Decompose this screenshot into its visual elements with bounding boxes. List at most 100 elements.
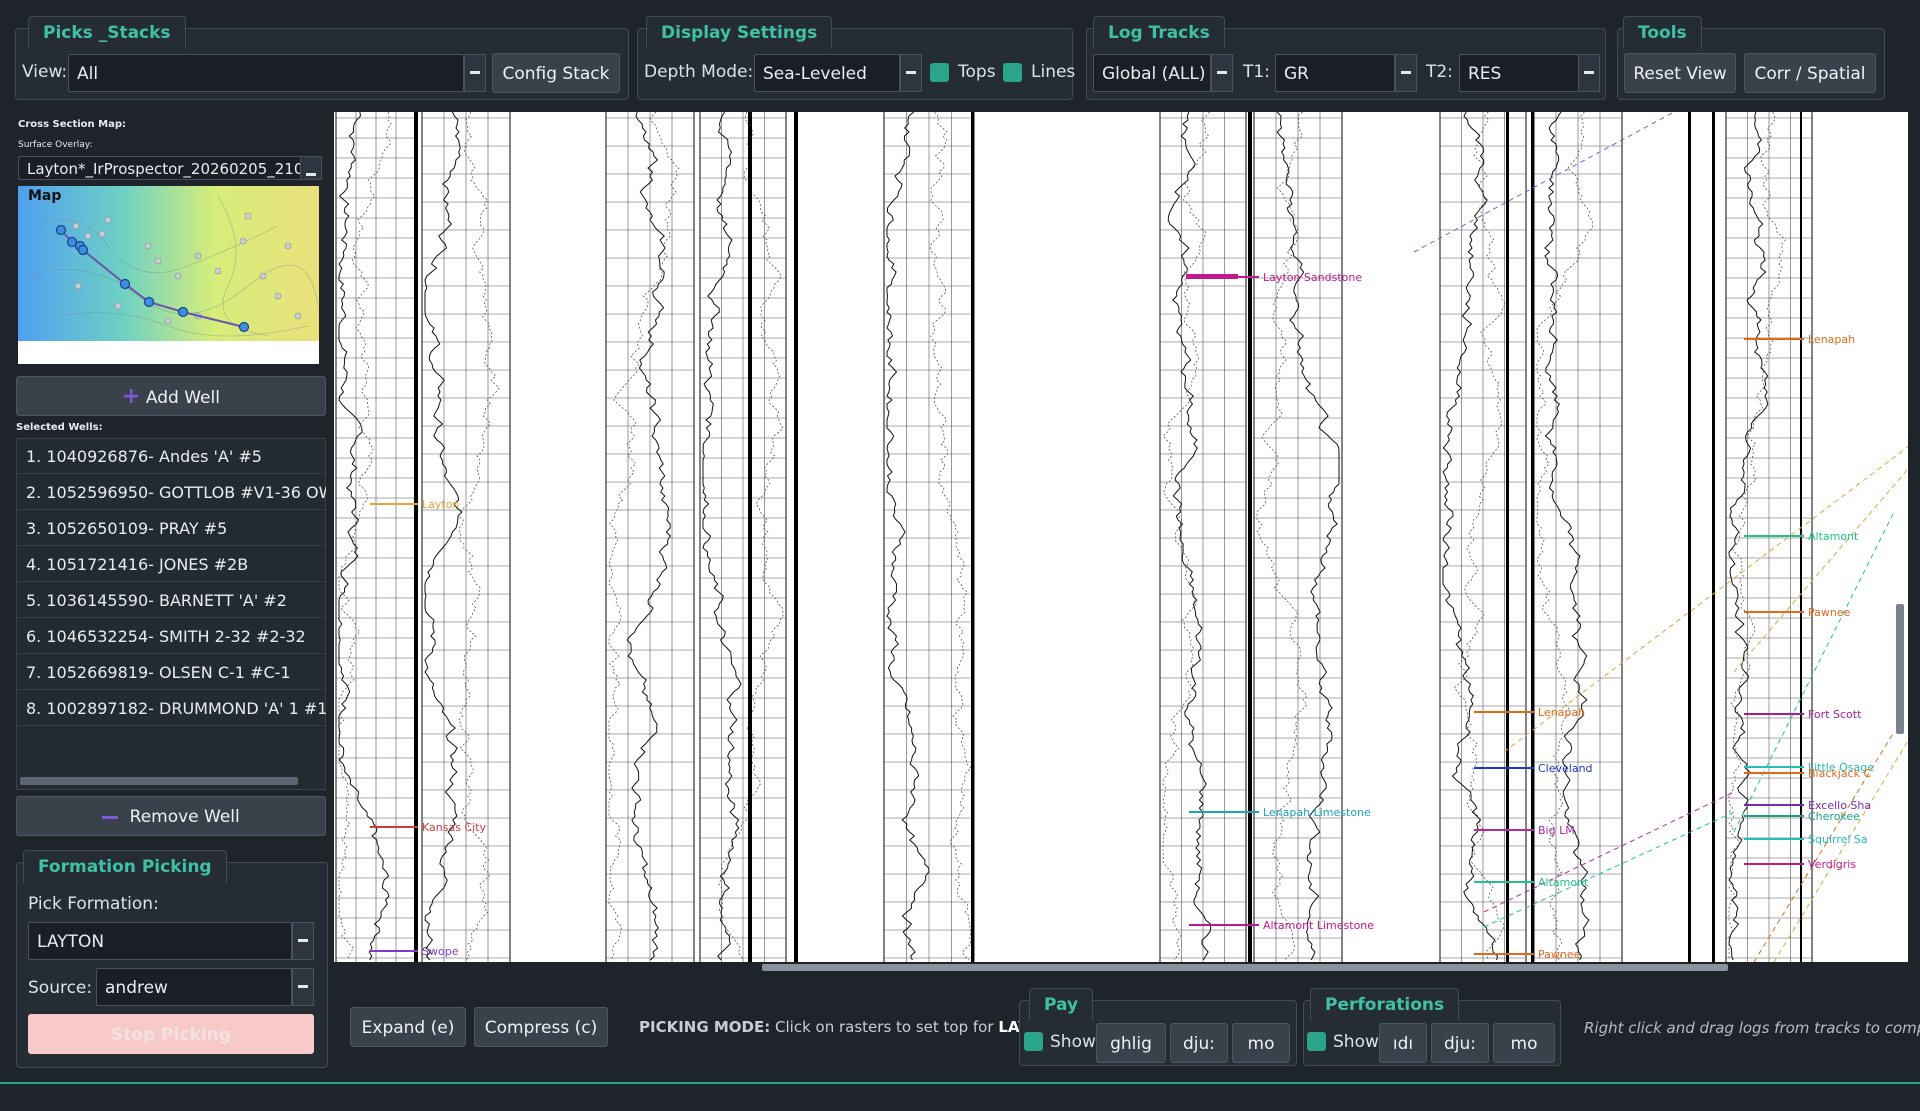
log-track[interactable]	[699, 111, 787, 962]
formation-top-label: Cherokee	[1808, 810, 1860, 823]
scope-select[interactable]: Global (ALL)	[1093, 54, 1211, 92]
log-horizontal-scrollbar[interactable]	[762, 964, 1728, 971]
well-item-1[interactable]: 1. 1040926876- Andes 'A' #5	[16, 439, 326, 474]
correlation-line	[1773, 720, 1920, 963]
t2-dropdown-icon[interactable]	[1578, 54, 1600, 92]
view-select[interactable]: All	[68, 54, 464, 92]
perf-show-label: Show	[1333, 1032, 1379, 1052]
pay-show-checkbox[interactable]	[1024, 1032, 1043, 1051]
perf-button-1[interactable]: ıdı	[1379, 1023, 1427, 1063]
pick-formation-label: Pick Formation:	[28, 894, 159, 914]
log-tracks-title: Log Tracks	[1093, 16, 1225, 49]
compress-button[interactable]: Compress (c)	[474, 1007, 608, 1047]
reset-view-button[interactable]: Reset View	[1624, 53, 1736, 93]
t1-dropdown-icon[interactable]	[1395, 54, 1417, 92]
formation-top-label: Layton Sandstone	[1263, 271, 1362, 284]
formation-picking-title: Formation Picking	[23, 850, 227, 883]
surface-dropdown-icon[interactable]	[300, 156, 322, 180]
track-separator	[971, 112, 974, 962]
well-item-6[interactable]: 6. 1046532254- SMITH 2-32 #2-32	[16, 619, 326, 654]
log-track[interactable]	[883, 111, 975, 962]
cross-section-map-label: Cross Section Map:	[18, 119, 126, 130]
perf-show-checkbox[interactable]	[1307, 1032, 1326, 1051]
view-label: View:	[22, 62, 68, 82]
formation-top-label: Layton	[422, 498, 459, 511]
t1-select[interactable]: GR	[1275, 54, 1395, 92]
tools-title: Tools	[1623, 16, 1702, 49]
track-separator	[794, 112, 798, 962]
pay-title: Pay	[1029, 988, 1094, 1021]
log-track[interactable]	[1159, 111, 1247, 962]
correlation-line	[1413, 111, 1675, 253]
remove-well-button[interactable]: Remove Well	[16, 796, 326, 836]
status-bar-divider	[0, 1082, 1920, 1084]
log-track[interactable]	[421, 111, 511, 962]
perforations-title: Perforations	[1310, 988, 1460, 1021]
pay-button-2[interactable]: dju:	[1170, 1023, 1228, 1063]
log-track[interactable]	[335, 111, 417, 962]
correlation-line	[1483, 791, 1735, 913]
well-item-3[interactable]: 3. 1052650109- PRAY #5	[16, 511, 326, 546]
pick-formation-select[interactable]: LAYTON	[28, 922, 292, 960]
well-item-5[interactable]: 5. 1036145590- BARNETT 'A' #2	[16, 583, 326, 618]
well-item-2[interactable]: 2. 1052596950- GOTTLOB #V1-36 OWWO	[16, 475, 326, 510]
corr-spatial-button[interactable]: Corr / Spatial	[1744, 53, 1876, 93]
depth-mode-label: Depth Mode:	[644, 62, 754, 82]
add-well-label: Add Well	[145, 388, 220, 408]
track-separator	[1506, 112, 1509, 962]
well-item-4[interactable]: 4. 1051721416- JONES #2B	[16, 547, 326, 582]
track-separator	[1712, 112, 1715, 962]
scope-dropdown-icon[interactable]	[1211, 54, 1233, 92]
source-select[interactable]: andrew	[96, 968, 292, 1006]
picking-mode-text: Click on rasters to set top for	[775, 1018, 994, 1036]
map-canvas[interactable]	[18, 186, 319, 364]
expand-button[interactable]: Expand (e)	[350, 1007, 466, 1047]
track-separator	[1688, 112, 1691, 962]
perf-button-2[interactable]: dju:	[1431, 1023, 1489, 1063]
formation-top-label: Pawnee	[1808, 606, 1851, 619]
display-settings-title: Display Settings	[646, 16, 833, 49]
log-track[interactable]	[605, 111, 695, 962]
add-well-button[interactable]: + Add Well	[16, 376, 326, 416]
pay-button-1[interactable]: ghlig	[1096, 1023, 1166, 1063]
formation-top-label: Kansas City	[422, 821, 486, 834]
pick-formation-dropdown-icon[interactable]	[292, 922, 314, 960]
log-tracks-svg[interactable]: Layton Kansas City Swope Layton Sandstone Le…	[334, 111, 1920, 963]
depth-mode-dropdown-icon[interactable]	[900, 54, 922, 92]
formation-top-label: Altamont	[1808, 530, 1859, 543]
selected-wells-label: Selected Wells:	[16, 422, 103, 433]
source-label: Source:	[28, 978, 93, 998]
formation-top-label: Altamont	[1538, 876, 1589, 889]
log-track[interactable]	[1253, 111, 1343, 962]
view-dropdown-icon[interactable]	[464, 54, 486, 92]
t2-select[interactable]: RES	[1459, 54, 1579, 92]
tops-label: Tops	[958, 62, 996, 82]
picks-stacks-title: Picks _Stacks	[28, 16, 186, 49]
remove-well-label: Remove Well	[129, 807, 240, 827]
formation-top-label: Big LM	[1538, 824, 1575, 837]
lines-checkbox[interactable]	[1003, 63, 1022, 82]
source-dropdown-icon[interactable]	[292, 968, 314, 1006]
t1-label: T1:	[1243, 62, 1270, 82]
minus-icon	[102, 815, 119, 819]
formation-top-label: Lenapah	[1538, 706, 1585, 719]
log-track[interactable]	[1439, 111, 1527, 962]
log-vertical-scrollbar[interactable]	[1896, 604, 1904, 734]
config-stack-button[interactable]: Config Stack	[492, 53, 620, 93]
map-panel[interactable]: Map	[18, 186, 319, 364]
formation-top-label: Squirrel Sa	[1808, 833, 1868, 846]
track-separator	[748, 112, 752, 962]
wells-scrollbar[interactable]	[20, 777, 298, 785]
surface-overlay-select[interactable]: Layton*_IrProspector_20260205_210	[18, 156, 301, 180]
tops-checkbox[interactable]	[930, 63, 949, 82]
well-item-7[interactable]: 7. 1052669819- OLSEN C-1 #C-1	[16, 655, 326, 690]
plus-icon: +	[122, 384, 141, 409]
depth-mode-select[interactable]: Sea-Leveled	[754, 54, 900, 92]
well-item-8[interactable]: 8. 1002897182- DRUMMOND 'A' 1 #1	[16, 691, 326, 726]
formation-top-label: Fort Scott	[1808, 708, 1862, 721]
active-pick-mark[interactable]	[1186, 274, 1238, 279]
perf-button-3[interactable]: mo	[1493, 1023, 1555, 1063]
stop-picking-button[interactable]: Stop Picking	[28, 1014, 314, 1054]
pay-button-3[interactable]: mo	[1232, 1023, 1290, 1063]
log-canvas[interactable]: Layton Kansas City Swope Layton Sandstone Le…	[334, 111, 1920, 963]
